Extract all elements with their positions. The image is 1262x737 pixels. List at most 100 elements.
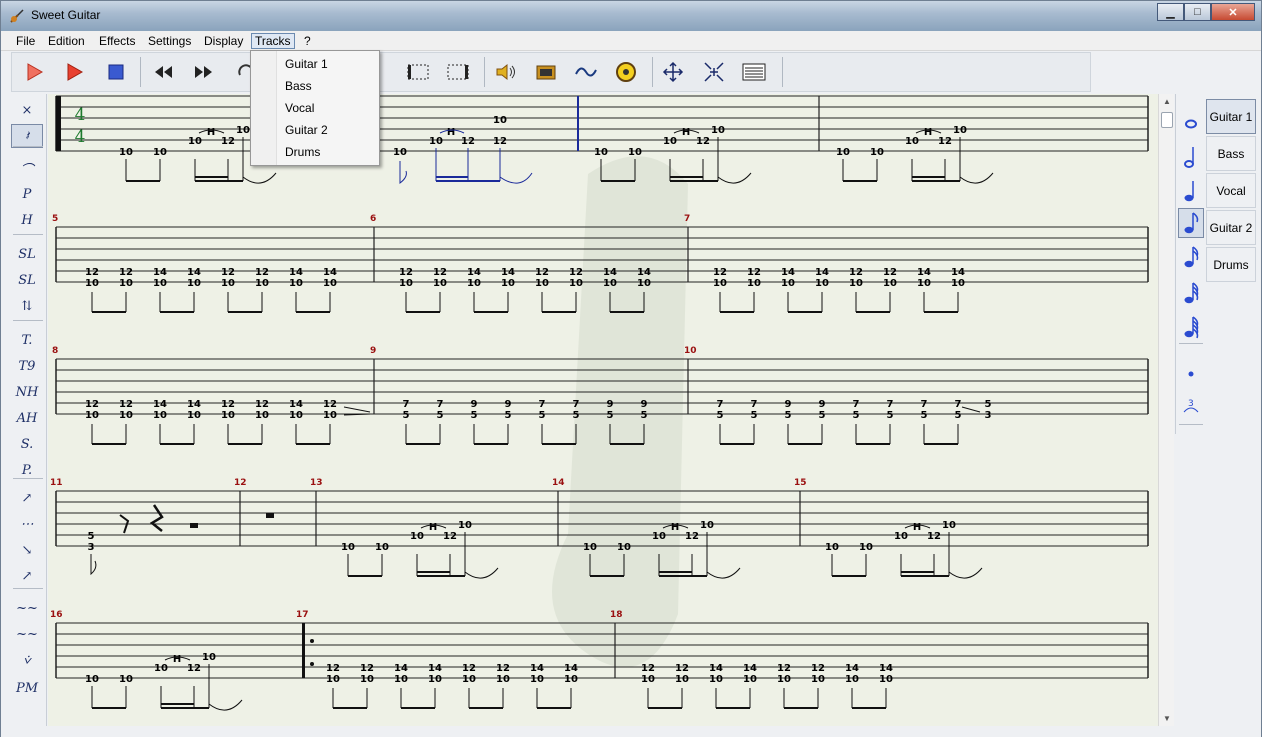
track-tab-guitar-1[interactable]: Guitar 1 — [1206, 99, 1256, 134]
tab-note: 5 — [88, 531, 95, 542]
tuner-button[interactable] — [612, 58, 640, 86]
triplet-icon[interactable]: 3 — [1178, 392, 1204, 422]
menu-item-vocal[interactable]: Vocal — [285, 98, 314, 118]
scroll-thumb[interactable] — [1161, 112, 1173, 128]
tap-tool-icon[interactable]: T. — [11, 328, 43, 352]
tab-note: 10 — [410, 531, 424, 542]
track-tab-drums[interactable]: Drums — [1206, 247, 1256, 282]
track-tabs: Guitar 1 Bass Vocal Guitar 2 Drums — [1206, 94, 1258, 284]
tab-note: 10 — [399, 278, 413, 289]
tab-note: 10 — [652, 531, 666, 542]
volume-button[interactable] — [492, 58, 520, 86]
tab-note: 5 — [471, 410, 478, 421]
play-selection-button[interactable] — [60, 58, 88, 86]
menu-settings[interactable]: Settings — [145, 33, 194, 49]
half-note-icon[interactable] — [1178, 142, 1204, 172]
trill-tool-icon[interactable]: ⩒ — [11, 648, 43, 672]
tab-note: 14 — [153, 399, 167, 410]
tab-note: 5 — [573, 410, 580, 421]
menu-effects[interactable]: Effects — [96, 33, 138, 49]
thirty-second-note-icon[interactable] — [1178, 278, 1204, 308]
track-tab-guitar-2[interactable]: Guitar 2 — [1206, 210, 1256, 245]
eighth-note-icon[interactable] — [1178, 208, 1204, 238]
hammer-on-tool-icon[interactable]: H — [11, 208, 43, 232]
menu-item-guitar-2[interactable]: Guitar 2 — [285, 120, 328, 140]
tab-note: H — [207, 127, 215, 138]
minimize-button[interactable]: ▁ — [1157, 3, 1184, 21]
whole-note-icon[interactable] — [1178, 108, 1204, 138]
natural-harmonic-tool-icon[interactable]: NH — [11, 380, 43, 404]
rest-tool-icon[interactable]: 𝄽 — [11, 124, 43, 148]
tab-note: 10 — [236, 125, 250, 136]
tap-harmonic-tool-icon[interactable]: T9 — [11, 354, 43, 378]
pull-off-tool-icon[interactable]: P — [11, 182, 43, 206]
amplifier-button[interactable] — [532, 58, 560, 86]
wide-vibrato-tool-icon[interactable]: ~~ — [11, 622, 43, 646]
play-button[interactable] — [20, 58, 48, 86]
menu-item-drums[interactable]: Drums — [285, 142, 320, 162]
tab-note: 10 — [119, 278, 133, 289]
slap-tool-icon[interactable]: S. — [11, 432, 43, 456]
bend-release-tool-icon[interactable]: ↗ — [11, 564, 43, 588]
grace-up-tool-icon[interactable]: ↗ — [11, 486, 43, 510]
menu-item-bass[interactable]: Bass — [285, 76, 312, 96]
quarter-note-icon[interactable] — [1178, 176, 1204, 206]
scroll-up-icon[interactable]: ▲ — [1163, 97, 1171, 106]
vertical-scrollbar[interactable]: ▲ ▼ — [1158, 94, 1174, 726]
move-button[interactable] — [659, 58, 687, 86]
effects-wave-button[interactable] — [572, 58, 600, 86]
bend-tool-icon[interactable]: ⇅ — [11, 294, 43, 318]
list-button[interactable] — [740, 58, 768, 86]
close-button[interactable]: ✕ — [1211, 3, 1255, 21]
sixteenth-note-icon[interactable] — [1178, 242, 1204, 272]
tab-note: 9 — [819, 399, 826, 410]
slide-up-tool-icon[interactable]: SL — [11, 242, 43, 266]
menu-edition[interactable]: Edition — [45, 33, 88, 49]
menu-file[interactable]: File — [13, 33, 38, 49]
menu-tracks[interactable]: Tracks — [251, 33, 295, 49]
tab-note: 12 — [399, 267, 413, 278]
slide-down-tool-icon[interactable]: SL — [11, 268, 43, 292]
tablature-score[interactable]: 4 4 5 6 7 8 9 10 11 12 13 14 15 16 17 18 10 10 10 H 12 10 10 10… — [48, 94, 1158, 726]
tab-note: 5 — [785, 410, 792, 421]
tab-note: 14 — [323, 267, 337, 278]
palm-mute-tool-icon[interactable]: PM — [11, 676, 43, 700]
dotted-note-icon[interactable] — [1178, 358, 1204, 388]
grace-down-tool-icon[interactable]: ↘ — [11, 538, 43, 562]
repeat-start-button[interactable] — [404, 58, 432, 86]
vibrato-tool-icon[interactable]: ~~ — [11, 596, 43, 620]
tab-note: 10 — [603, 278, 617, 289]
stop-button[interactable] — [102, 58, 130, 86]
repeat-end-button[interactable] — [444, 58, 472, 86]
measure-number: 12 — [234, 478, 247, 488]
shrink-button[interactable] — [700, 58, 728, 86]
slur-tool-icon[interactable]: ⌒ — [11, 156, 43, 180]
tab-note: 10 — [187, 410, 201, 421]
tab-note: 12 — [255, 267, 269, 278]
menu-help[interactable]: ? — [301, 33, 314, 49]
close-tool-icon[interactable]: × — [11, 98, 43, 122]
menu-item-guitar-1[interactable]: Guitar 1 — [285, 54, 328, 74]
tab-note: 10 — [849, 278, 863, 289]
track-tab-bass[interactable]: Bass — [1206, 136, 1256, 171]
speaker-icon — [496, 63, 515, 81]
measure-number: 16 — [50, 610, 63, 620]
rewind-button[interactable] — [149, 58, 177, 86]
menu-display[interactable]: Display — [201, 33, 246, 49]
tab-note: 10 — [119, 674, 133, 685]
tab-note: 7 — [717, 399, 724, 410]
tab-note: 10 — [879, 674, 893, 685]
tab-note: H — [429, 522, 437, 533]
maximize-button[interactable]: □ — [1184, 3, 1211, 21]
tab-note: 10 — [569, 278, 583, 289]
track-tab-vocal[interactable]: Vocal — [1206, 173, 1256, 208]
tab-note: 10 — [375, 542, 389, 553]
score-canvas[interactable]: 445 6 78 9 1011 12 13 14 1516 17 1810 1010H121010 10… — [48, 94, 1158, 726]
fast-forward-button[interactable] — [190, 58, 218, 86]
sixty-fourth-note-icon[interactable] — [1178, 312, 1204, 342]
tab-note: 10 — [894, 531, 908, 542]
artificial-harmonic-tool-icon[interactable]: AH — [11, 406, 43, 430]
tab-note: 10 — [119, 410, 133, 421]
grace-tool-icon[interactable]: ⋯ — [11, 512, 43, 536]
scroll-down-icon[interactable]: ▼ — [1163, 714, 1171, 723]
